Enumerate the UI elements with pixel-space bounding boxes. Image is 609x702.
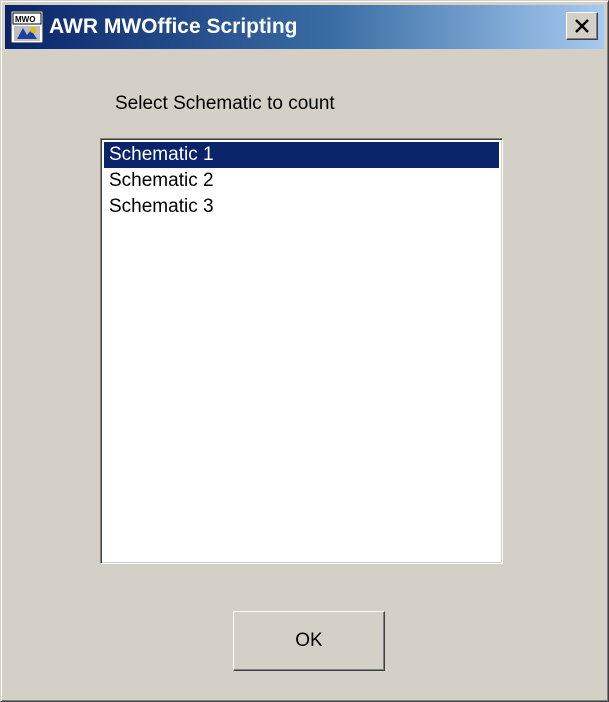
list-item[interactable]: Schematic 3 bbox=[104, 194, 499, 220]
list-item[interactable]: Schematic 2 bbox=[104, 168, 499, 194]
schematic-listbox[interactable]: Schematic 1 Schematic 2 Schematic 3 bbox=[100, 138, 503, 564]
list-item[interactable]: Schematic 1 bbox=[104, 142, 499, 168]
svg-text:MWO: MWO bbox=[15, 15, 35, 24]
ok-button[interactable]: OK bbox=[233, 611, 385, 671]
dialog-window: MWO AWR MWOffice Scripting Select Schema… bbox=[0, 0, 609, 702]
window-title: AWR MWOffice Scripting bbox=[49, 15, 298, 38]
mwo-app-icon: MWO bbox=[10, 10, 44, 44]
close-icon bbox=[575, 19, 589, 33]
close-button[interactable] bbox=[566, 12, 598, 40]
prompt-label: Select Schematic to count bbox=[115, 93, 335, 114]
title-bar[interactable]: MWO AWR MWOffice Scripting bbox=[5, 5, 604, 49]
